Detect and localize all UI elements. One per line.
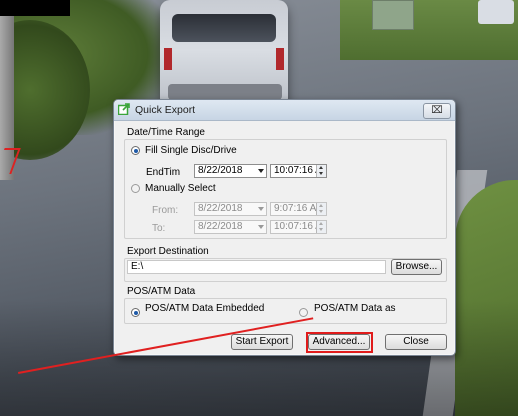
chevron-down-icon	[258, 225, 264, 229]
patio-chair	[478, 0, 514, 24]
black-corner	[0, 0, 70, 16]
spin-up-icon	[319, 222, 323, 225]
pos-as-label: POS/ATM Data as	[314, 303, 396, 314]
from-date-dropdown[interactable]: 8/22/2018	[194, 202, 267, 216]
pos-atm-label: POS/ATM Data	[127, 286, 196, 297]
date-range-label: Date/Time Range	[127, 127, 205, 138]
destination-path-value: E:\	[131, 261, 144, 272]
quick-export-dialog: Quick Export ⌧ Date/Time Range Fill Sing…	[113, 99, 456, 356]
highlight-box	[306, 332, 373, 353]
from-date-value: 8/22/2018	[198, 203, 243, 214]
start-export-button[interactable]: Start Export	[231, 334, 293, 350]
fill-single-radio[interactable]	[131, 146, 140, 155]
car-rear-window	[172, 14, 276, 42]
dialog-titlebar[interactable]: Quick Export ⌧	[114, 100, 455, 121]
to-date-dropdown[interactable]: 8/22/2018	[194, 220, 267, 234]
pos-embedded-label: POS/ATM Data Embedded	[145, 303, 265, 314]
pos-embedded-radio[interactable]	[131, 308, 140, 317]
spin-down-icon	[319, 172, 323, 175]
spin-buttons[interactable]	[316, 203, 326, 215]
pos-as-radio[interactable]	[299, 308, 308, 317]
close-button[interactable]: Close	[385, 334, 447, 350]
end-time-label: EndTim	[146, 167, 181, 178]
end-time-spinner[interactable]: 10:07:16 AI	[270, 164, 327, 178]
to-time-spinner[interactable]: 10:07:16 AI	[270, 220, 327, 234]
to-label: To:	[152, 223, 166, 234]
browse-button[interactable]: Browse...	[391, 259, 442, 275]
end-date-dropdown[interactable]: 8/22/2018	[194, 164, 267, 178]
manual-select-label: Manually Select	[145, 183, 216, 194]
chevron-down-icon	[258, 207, 264, 211]
car-tail-light-right	[276, 48, 284, 70]
from-time-value: 9:07:16 AI	[274, 203, 320, 214]
export-icon	[117, 103, 130, 116]
to-date-value: 8/22/2018	[198, 221, 243, 232]
utility-box	[372, 0, 414, 30]
spin-up-icon	[319, 204, 323, 207]
spin-buttons[interactable]	[316, 165, 326, 177]
car-tail-light-left	[164, 48, 172, 70]
manual-select-radio[interactable]	[131, 184, 140, 193]
spin-down-icon	[319, 228, 323, 231]
chevron-down-icon	[258, 169, 264, 173]
export-destination-label: Export Destination	[127, 246, 209, 257]
end-date-value: 8/22/2018	[198, 165, 243, 176]
from-label: From:	[152, 205, 179, 216]
spin-buttons[interactable]	[316, 221, 326, 233]
fill-single-label: Fill Single Disc/Drive	[145, 145, 237, 156]
from-time-spinner[interactable]: 9:07:16 AI	[270, 202, 327, 216]
spin-up-icon	[319, 166, 323, 169]
spin-down-icon	[319, 210, 323, 213]
dialog-title: Quick Export	[135, 104, 196, 116]
close-icon[interactable]: ⌧	[423, 103, 451, 119]
destination-path-field[interactable]: E:\	[127, 260, 386, 274]
car-bumper	[168, 84, 282, 100]
